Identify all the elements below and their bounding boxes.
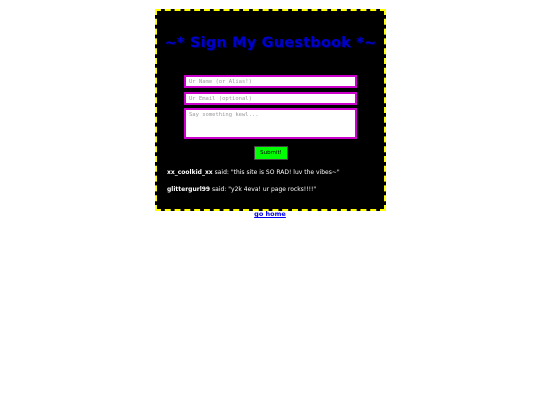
submit-button[interactable]: Submit! bbox=[254, 146, 288, 160]
page-title: ~* Sign My Guestbook *~ bbox=[164, 35, 377, 51]
entry-message: "this site is SO RAD! luv the vibes~" bbox=[230, 169, 340, 176]
guestbook-entry: glittergurl99 said: "y2k 4eva! ur page r… bbox=[167, 186, 382, 193]
go-home-link[interactable]: go home bbox=[254, 210, 286, 218]
message-textarea[interactable] bbox=[184, 108, 357, 139]
entry-author: glittergurl99 bbox=[167, 186, 211, 193]
entry-said-label: said: bbox=[212, 186, 227, 193]
guestbook-entry: xx_coolkid_xx said: "this site is SO RAD… bbox=[167, 169, 382, 176]
entry-message: "y2k 4eva! ur page rocks!!!!" bbox=[228, 186, 317, 193]
entry-said-label: said: bbox=[214, 169, 229, 176]
entry-author: xx_coolkid_xx bbox=[167, 169, 213, 176]
email-input[interactable] bbox=[184, 92, 357, 105]
name-input[interactable] bbox=[184, 75, 357, 88]
footer: go home bbox=[0, 210, 540, 218]
guestbook-panel: ~* Sign My Guestbook *~ Submit! xx_coolk… bbox=[155, 9, 386, 211]
